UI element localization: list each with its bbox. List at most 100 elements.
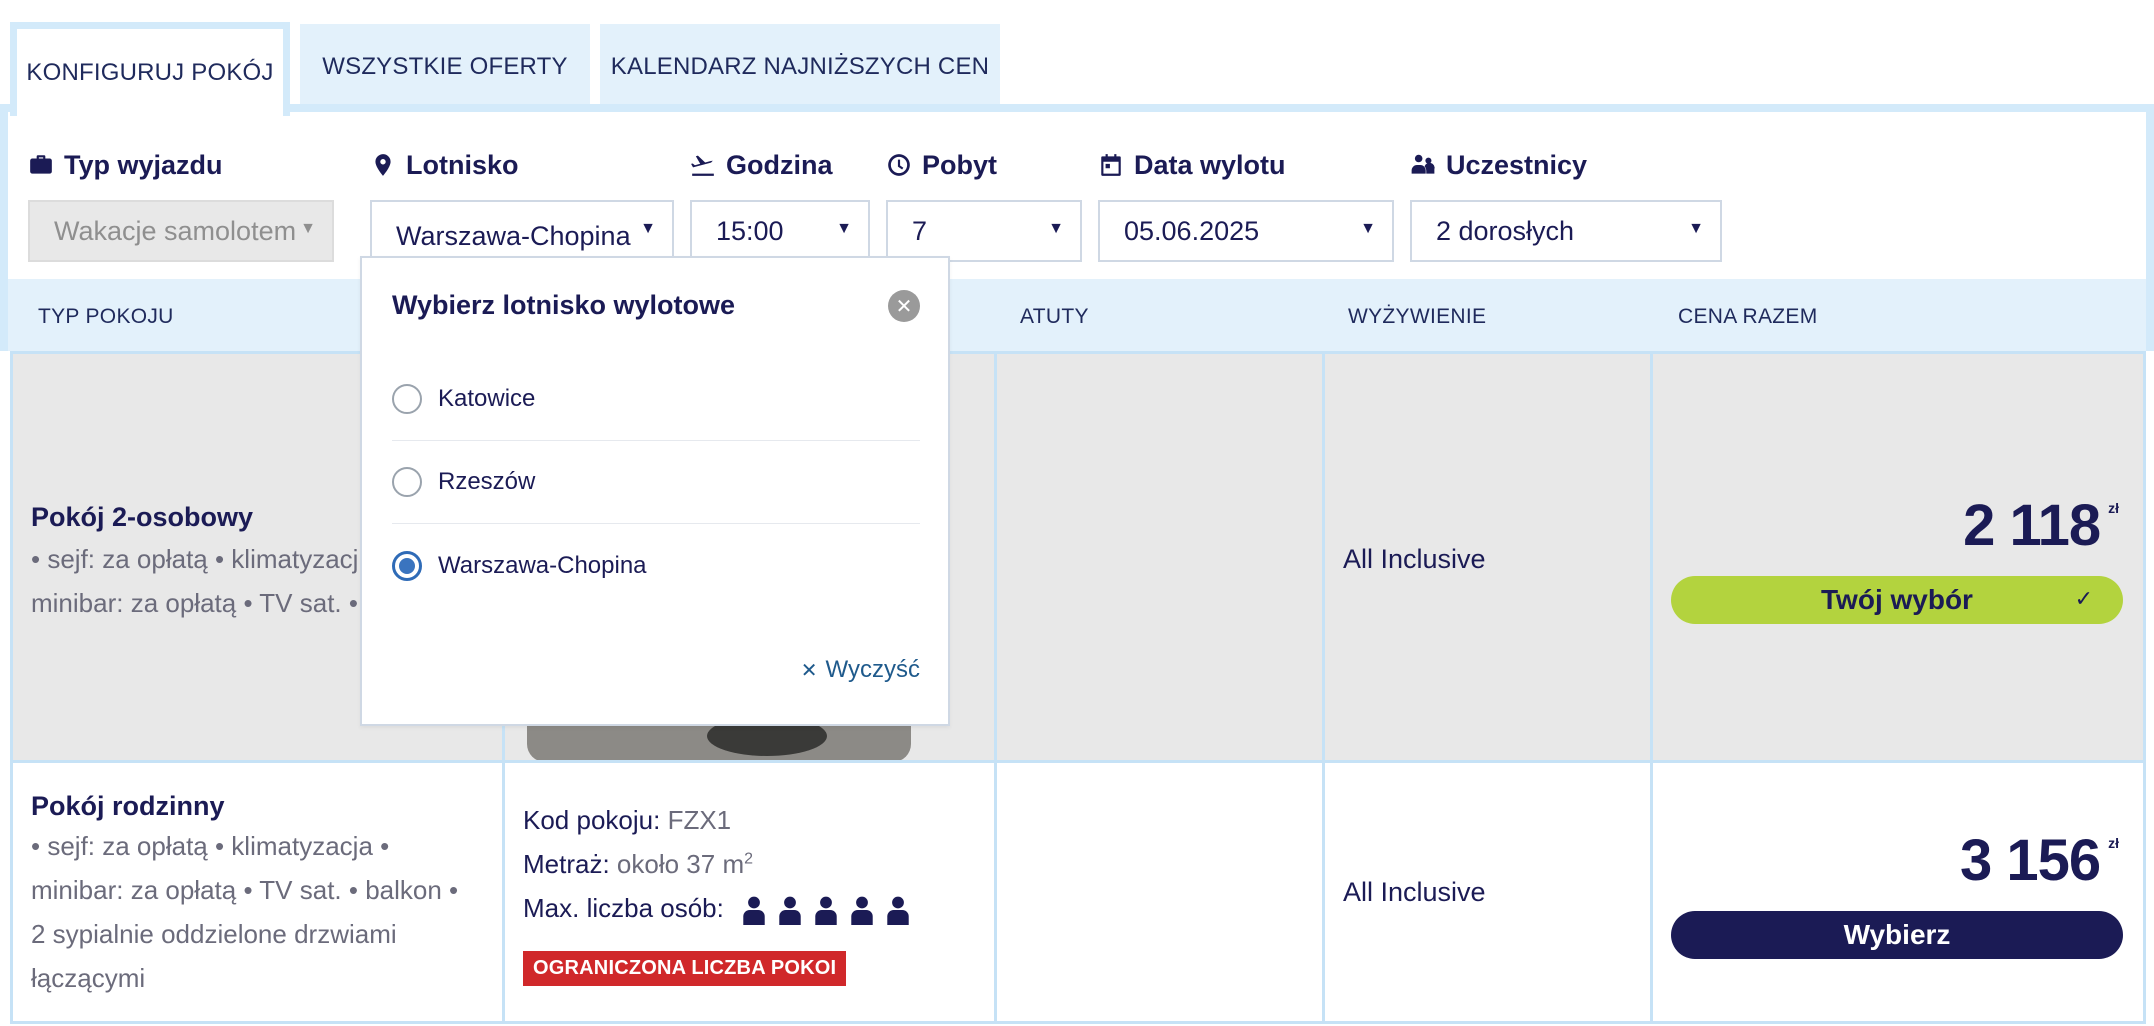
room-title: Pokój rodzinny (31, 791, 225, 821)
perks-cell (997, 354, 1325, 760)
board-value: All Inclusive (1343, 544, 1486, 574)
suitcase-icon (30, 155, 52, 174)
tab-all-offers[interactable]: WSZYSTKIE OFERTY (300, 24, 590, 110)
airport-dropdown: Wybierz lotnisko wylotowe ✕ Katowice Rze… (360, 256, 950, 726)
option-label: Katowice (438, 385, 536, 412)
tab-lowest-price-calendar[interactable]: KALENDARZ NAJNIŻSZYCH CEN (600, 24, 1000, 110)
filter-stay: Pobyt 7 ▼ (886, 148, 1082, 262)
select-value: 05.06.2025 (1124, 215, 1260, 246)
stay-select[interactable]: 7 ▼ (886, 200, 1082, 262)
room-area-unit: 2 (744, 850, 754, 868)
people-icon (1411, 154, 1435, 174)
chevron-down-icon: ▼ (836, 220, 852, 237)
room-photo[interactable] (527, 726, 911, 762)
select-value: 7 (912, 215, 928, 246)
room-features: minibar: za opłatą • TV sat. • (31, 588, 358, 618)
room-code: Kod pokoju: FZX1 (523, 805, 732, 835)
radio-button[interactable] (392, 384, 422, 414)
radio-button-checked[interactable] (392, 550, 422, 581)
select-value: Wakacje samolotem (54, 215, 297, 246)
tab-bar: KONFIGURUJ POKÓJ WSZYSTKIE OFERTY KALEND… (10, 22, 1000, 116)
filter-airport: Lotnisko Warszawa-Chopina ▼ (370, 148, 674, 270)
table-header: TYP POKOJU ATUTY WYŻYWIENIE CENA RAZEM (0, 279, 2154, 351)
filter-time: Godzina 15:00 ▼ (690, 148, 870, 262)
person-icon (815, 896, 837, 926)
departure-date-select[interactable]: 05.06.2025 ▼ (1098, 200, 1394, 262)
map-pin-icon (375, 154, 391, 176)
room-features: • sejf: za opłatą • klimatyzacj (31, 544, 359, 574)
currency-label: zł (2108, 835, 2119, 851)
room-title: Pokój 2-osobowy (31, 502, 254, 532)
your-choice-button[interactable]: Twój wybór ✓ (1671, 576, 2123, 624)
filter-label: Godzina (726, 149, 833, 180)
board-cell: All Inclusive (1325, 354, 1653, 760)
room-features: łączącymi (31, 963, 146, 993)
table-row: Pokój 2-osobowy • sejf: za opłatą • klim… (10, 351, 2146, 763)
filter-panel: Typ wyjazdu Wakacje samolotem ▼ Lotnisko… (0, 104, 2154, 279)
check-icon: ✓ (2074, 586, 2093, 611)
header-room-type: TYP POKOJU (38, 305, 174, 328)
table-row: Pokój rodzinny • sejf: za opłatą • klima… (10, 760, 2146, 1024)
trip-type-select[interactable]: Wakacje samolotem ▼ (28, 200, 334, 262)
filter-participants: Uczestnicy 2 dorosłych ▼ (1410, 148, 1722, 262)
room-area: Metraż: około 37 m2 (523, 849, 754, 879)
person-icon (851, 896, 873, 926)
chevron-down-icon: ▼ (300, 220, 316, 237)
airport-option-warszawa-chopina[interactable]: Warszawa-Chopina (392, 524, 920, 607)
option-label: Rzeszów (438, 468, 536, 495)
header-total-price: CENA RAZEM (1678, 305, 1818, 328)
airport-option-rzeszow[interactable]: Rzeszów (392, 441, 920, 524)
limited-rooms-badge: OGRANICZONA LICZBA POKOI (523, 951, 847, 986)
airport-dropdown-title: Wybierz lotnisko wylotowe (392, 290, 736, 320)
filter-label: Lotnisko (406, 149, 519, 180)
participants-select[interactable]: 2 dorosłych ▼ (1410, 200, 1722, 262)
airport-option-katowice[interactable]: Katowice (392, 358, 920, 441)
close-icon: ✕ (800, 659, 818, 682)
max-persons: Max. liczba osób: (523, 893, 911, 926)
person-icon (887, 896, 909, 926)
max-persons-icons (741, 895, 911, 926)
filter-departure-date: Data wylotu 05.06.2025 ▼ (1098, 148, 1394, 262)
close-icon[interactable]: ✕ (888, 290, 920, 322)
room-features: minibar: za opłatą • TV sat. • balkon • (31, 875, 459, 905)
header-perks: ATUTY (1020, 305, 1089, 328)
select-value: 15:00 (716, 215, 784, 246)
filter-label: Uczestnicy (1446, 149, 1588, 180)
room-type-cell: Pokój rodzinny • sejf: za opłatą • klima… (13, 763, 505, 1021)
chevron-down-icon: ▼ (1048, 220, 1064, 237)
currency-label: zł (2108, 500, 2119, 516)
room-features: • sejf: za opłatą • klimatyzacja • (31, 831, 390, 861)
filter-label: Data wylotu (1134, 149, 1286, 180)
filter-label: Typ wyjazdu (64, 149, 223, 180)
header-board: WYŻYWIENIE (1348, 305, 1487, 328)
chevron-down-icon: ▼ (1360, 220, 1376, 237)
price-cell: 3 156 zł Wybierz (1653, 763, 2143, 1021)
plane-takeoff-icon (691, 155, 714, 176)
select-value: Warszawa-Chopina (396, 220, 631, 251)
option-label: Warszawa-Chopina (438, 551, 647, 579)
room-code-value: FZX1 (667, 805, 732, 835)
choose-button[interactable]: Wybierz (1671, 911, 2123, 959)
chevron-down-icon: ▼ (640, 220, 656, 237)
room-features: 2 sypialnie oddzielone drzwiami (31, 919, 397, 949)
person-icon (743, 896, 765, 926)
filter-label: Pobyt (922, 149, 998, 180)
board-cell: All Inclusive (1325, 763, 1653, 1021)
board-value: All Inclusive (1343, 877, 1486, 907)
price-cell: 2 118 zł Twój wybór ✓ (1653, 354, 2143, 760)
tab-configure-room[interactable]: KONFIGURUJ POKÓJ (10, 22, 290, 116)
room-area-value: około 37 m (616, 849, 745, 879)
clock-icon (888, 154, 910, 176)
room-details-cell: Kod pokoju: FZX1 Metraż: około 37 m2 Max… (505, 763, 997, 1021)
time-select[interactable]: 15:00 ▼ (690, 200, 870, 262)
calendar-icon (1101, 154, 1121, 176)
person-icon (779, 896, 801, 926)
radio-button[interactable] (392, 467, 422, 497)
perks-cell (997, 763, 1325, 1021)
filter-trip-type: Typ wyjazdu Wakacje samolotem ▼ (28, 148, 334, 262)
clear-button[interactable]: ✕ Wyczyść (801, 656, 920, 684)
price-value: 2 118 zł (1963, 493, 2119, 558)
price-value: 3 156 zł (1959, 828, 2119, 893)
chevron-down-icon: ▼ (1688, 220, 1704, 237)
select-value: 2 dorosłych (1436, 215, 1575, 246)
